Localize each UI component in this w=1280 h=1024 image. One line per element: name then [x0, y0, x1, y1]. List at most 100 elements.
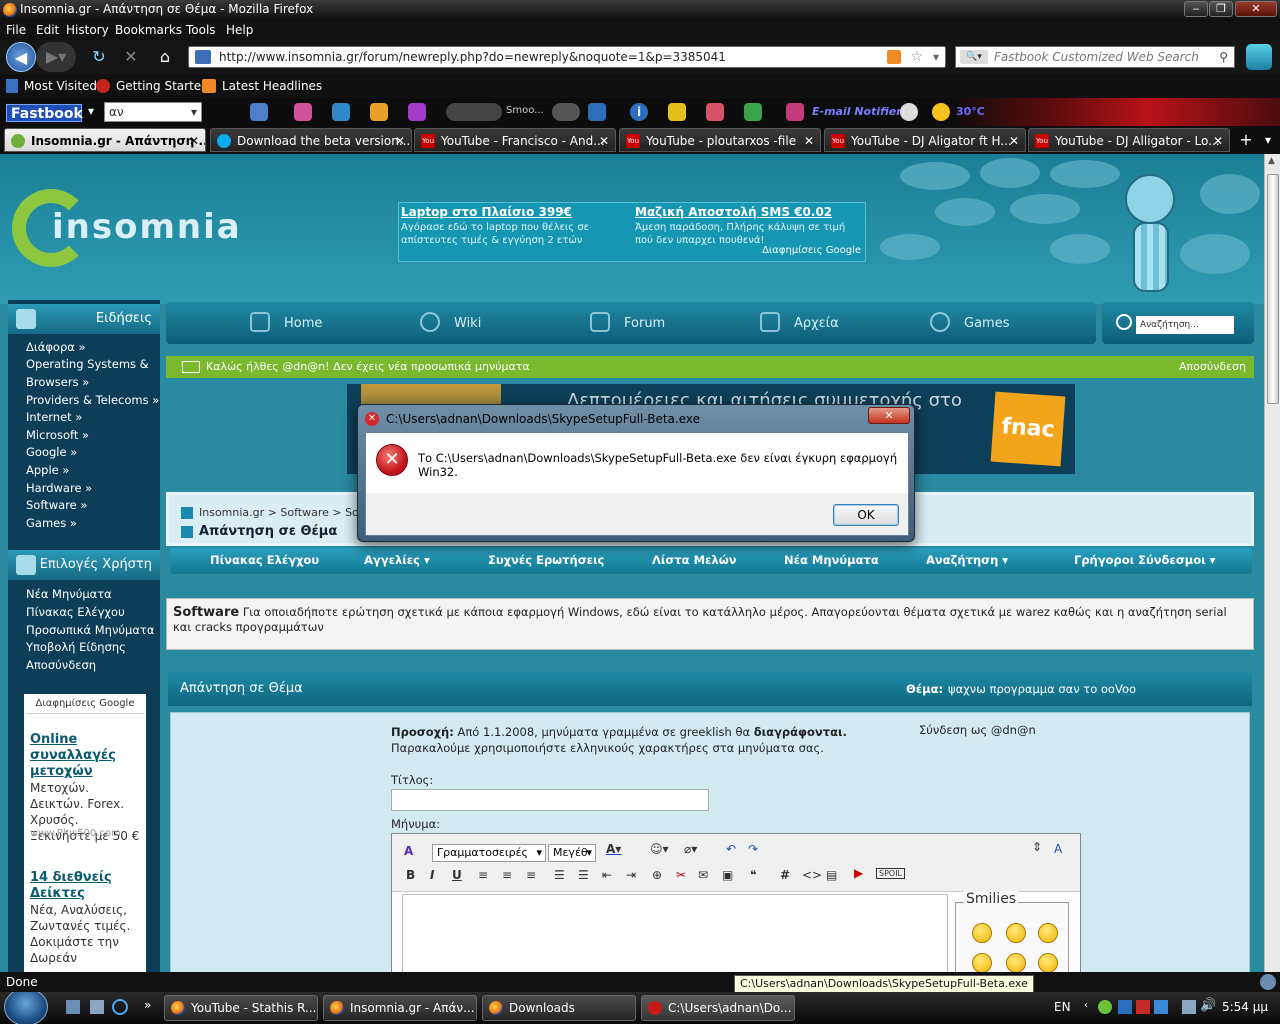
weather-sun-icon[interactable]: [932, 103, 950, 121]
smiley-icon[interactable]: [972, 953, 992, 972]
subnav-search[interactable]: Αναζήτηση ▾: [926, 553, 1008, 567]
url-dropdown-icon[interactable]: ▾: [933, 47, 939, 67]
font-select[interactable]: Γραμματοσειρές ▾: [432, 844, 546, 862]
insert-link-icon[interactable]: ⊕: [652, 868, 662, 882]
tab-youtube-alligator[interactable]: You YouTube - DJ Alligator - Lo... ✕: [1028, 128, 1230, 152]
news-apple-link[interactable]: Apple »: [26, 463, 69, 477]
fastbook-dropdown-icon[interactable]: ▾: [88, 104, 94, 118]
code-icon[interactable]: <>: [802, 868, 822, 882]
breadcrumb[interactable]: Insomnia.gr > Software > Softw: [199, 506, 376, 519]
toolbar-icon-8[interactable]: [744, 103, 762, 121]
info-icon[interactable]: i: [630, 103, 648, 121]
ads-by-google-label[interactable]: Διαφημίσεις Google: [762, 245, 861, 256]
toolbar-search-select[interactable]: αν ▾: [104, 102, 202, 122]
close-tab-icon[interactable]: ✕: [189, 129, 199, 151]
volume-icon[interactable]: 🔊: [1200, 998, 1216, 1013]
user-new-messages-link[interactable]: Νέα Μηνύματα: [26, 587, 112, 601]
align-right-icon[interactable]: ≡: [526, 868, 536, 882]
maximize-button[interactable]: ❐: [1209, 1, 1233, 17]
toolbar-icon-4[interactable]: [370, 103, 388, 121]
close-tab-icon[interactable]: ✕: [804, 129, 814, 151]
smiley-icon[interactable]: [972, 923, 992, 943]
forum-name[interactable]: Software: [173, 605, 239, 620]
tab-youtube-ploutarxos[interactable]: You YouTube - ploutarxos -file ✕: [619, 128, 821, 152]
close-window-button[interactable]: ✕: [1235, 1, 1277, 17]
bookmark-latest-headlines[interactable]: Latest Headlines: [222, 79, 322, 93]
minimize-button[interactable]: ‒: [1184, 1, 1208, 17]
ad-text-sms[interactable]: Άμεση παράδοση, Πλήρης κάλυψη σε τιμή πο…: [635, 221, 849, 247]
menu-tools[interactable]: Tools: [186, 23, 216, 37]
taskbar-youtube-stathis[interactable]: YouTube - Stathis R...: [164, 995, 318, 1021]
clock[interactable]: 5:54 μμ: [1222, 1000, 1268, 1014]
insert-image-icon[interactable]: ▣: [722, 868, 733, 882]
email-icon[interactable]: [786, 103, 804, 121]
site-search-input[interactable]: Αναζήτηση...: [1136, 316, 1234, 334]
page-scrollbar[interactable]: ▲: [1264, 154, 1280, 972]
reload-button[interactable]: ↻: [84, 42, 114, 72]
smooth-label[interactable]: Smoo...: [506, 105, 544, 116]
redo-icon[interactable]: ↷: [748, 842, 758, 856]
user-logout-link[interactable]: Αποσύνδεση: [26, 658, 96, 672]
news-providers-link[interactable]: Providers & Telecoms »: [26, 393, 159, 407]
back-button[interactable]: ◀: [6, 42, 36, 72]
scroll-up-icon[interactable]: ▲: [1268, 156, 1275, 166]
tab-insomnia[interactable]: Insomnia.gr - Απάντηση ... ✕: [4, 128, 206, 152]
search-engine-icon[interactable]: 🔍▾: [960, 50, 988, 64]
skype-addon-icon[interactable]: [1246, 44, 1272, 70]
home-button[interactable]: ⌂: [150, 42, 180, 72]
menu-help[interactable]: Help: [226, 23, 253, 37]
toolbar-icon-3[interactable]: [332, 103, 350, 121]
subnav-new-posts[interactable]: Νέα Μηνύματα: [784, 553, 879, 567]
title-input[interactable]: [391, 789, 709, 811]
toolbar-icon-6[interactable]: [588, 103, 606, 121]
media-controls-icon[interactable]: [446, 103, 502, 121]
new-tab-button[interactable]: +: [1236, 130, 1256, 150]
temperature-label[interactable]: 30°C: [956, 105, 985, 118]
php-icon[interactable]: ▤: [826, 868, 837, 882]
ok-button[interactable]: OK: [833, 504, 899, 526]
user-control-panel-link[interactable]: Πίνακας Ελέγχου: [26, 605, 125, 619]
news-games-link[interactable]: Games »: [26, 516, 77, 530]
news-hardware-link[interactable]: Hardware »: [26, 481, 92, 495]
taskbar-insomnia[interactable]: Insomnia.gr - Απάν...: [323, 995, 477, 1021]
menu-history[interactable]: History: [66, 23, 109, 37]
ad-indices-link[interactable]: 14 διεθνείς Δείκτες: [30, 870, 140, 902]
status-addon-icon[interactable]: [1260, 974, 1276, 990]
news-microsoft-link[interactable]: Microsoft »: [26, 428, 89, 442]
tray-icon-2[interactable]: [1118, 1000, 1132, 1014]
hashtag-icon[interactable]: #: [780, 868, 790, 882]
ad-title-sms[interactable]: Μαζική Αποστολή SMS €0.02: [635, 205, 832, 219]
spoiler-icon[interactable]: SPOIL: [876, 868, 906, 879]
quicklaunch-desktop-icon[interactable]: [66, 1000, 80, 1014]
text-color-icon[interactable]: A▾: [606, 842, 621, 856]
menu-bookmarks[interactable]: Bookmarks: [115, 23, 182, 37]
volume-controls-icon[interactable]: [552, 103, 580, 121]
quicklaunch-ie-icon[interactable]: [112, 999, 128, 1015]
subnav-control-panel[interactable]: Πίνακας Ελέγχου: [210, 553, 319, 567]
insert-email-icon[interactable]: ✉: [698, 868, 708, 882]
ad-online-trading-url[interactable]: www.Plus500.com: [30, 826, 142, 842]
taskbar-error-dialog[interactable]: C:\Users\adnan\Do...: [641, 995, 795, 1021]
quicklaunch-switcher-icon[interactable]: [90, 1000, 104, 1014]
search-bar[interactable]: 🔍▾ Fastbook Customized Web Search ⚲: [955, 46, 1235, 68]
close-tab-icon[interactable]: ✕: [1009, 129, 1019, 151]
menu-file[interactable]: File: [6, 23, 26, 37]
subnav-quick-links[interactable]: Γρήγοροι Σύνδεσμοι ▾: [1074, 553, 1215, 567]
resize-editor-icon[interactable]: ⇕: [1032, 840, 1042, 854]
attach-icon[interactable]: ⌀▾: [684, 842, 697, 856]
tray-icon-1[interactable]: [1098, 1000, 1112, 1014]
smiley-icon[interactable]: [1006, 953, 1026, 972]
nav-games[interactable]: Games: [964, 316, 1009, 331]
ad-title-laptop[interactable]: Laptop στο Πλαίσιο 399€: [401, 205, 572, 219]
tray-collapse-icon[interactable]: ‹: [1084, 1000, 1088, 1011]
smiley-icon[interactable]: [1038, 923, 1058, 943]
subnav-faq[interactable]: Συχνές Ερωτήσεις: [488, 553, 604, 567]
tab-youtube-aligator[interactable]: You YouTube - DJ Aligator ft H... ✕: [824, 128, 1026, 152]
align-center-icon[interactable]: ≡: [502, 868, 512, 882]
tab-youtube-francisco[interactable]: You YouTube - Francisco - And... ✕: [414, 128, 616, 152]
search-icon[interactable]: [1116, 314, 1132, 330]
ad-online-trading-link[interactable]: Online συναλλαγές μετοχών: [30, 732, 140, 780]
news-browsers-link[interactable]: Browsers »: [26, 375, 89, 389]
eye-icon[interactable]: [900, 103, 918, 121]
toolbar-icon-7[interactable]: [706, 103, 724, 121]
